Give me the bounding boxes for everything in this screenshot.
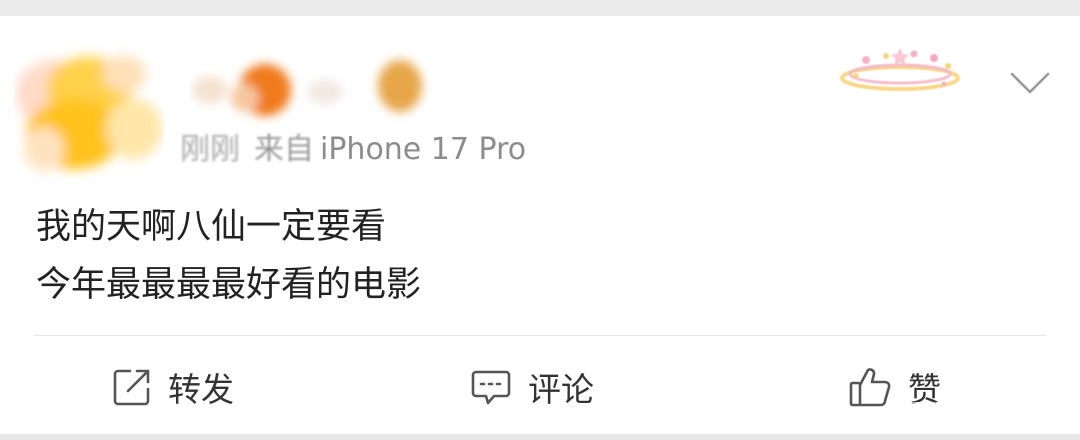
thumbs-up-icon — [849, 368, 891, 407]
watermark-overlay — [906, 402, 1056, 432]
member-badge-icon — [840, 48, 960, 91]
bottom-separator — [0, 434, 1080, 440]
post-text-line: 我的天啊八仙一定要看 — [36, 207, 387, 247]
source-prefix: 来自 — [254, 132, 314, 167]
top-separator — [0, 0, 1080, 16]
comment-bubble-icon — [471, 370, 511, 405]
post-meta: 刚刚 来自 iPhone 17 Pro — [180, 124, 526, 168]
post-time: 刚刚 — [180, 132, 240, 167]
chevron-down-icon[interactable] — [1008, 68, 1052, 98]
comment-button[interactable]: 评论 — [470, 360, 594, 414]
post-text-line: 今年最最最最好看的电影 — [36, 265, 422, 305]
repost-label: 转发 — [168, 370, 234, 409]
divider — [34, 335, 1046, 336]
username[interactable] — [190, 50, 430, 130]
comment-label: 评论 — [528, 370, 594, 409]
post-content: 我的天啊八仙一定要看 今年最最最最好看的电影 — [36, 198, 1016, 314]
source-device: iPhone 17 Pro — [320, 132, 527, 167]
share-out-icon — [113, 369, 150, 406]
repost-button[interactable]: 转发 — [112, 360, 234, 414]
avatar[interactable] — [14, 34, 164, 179]
